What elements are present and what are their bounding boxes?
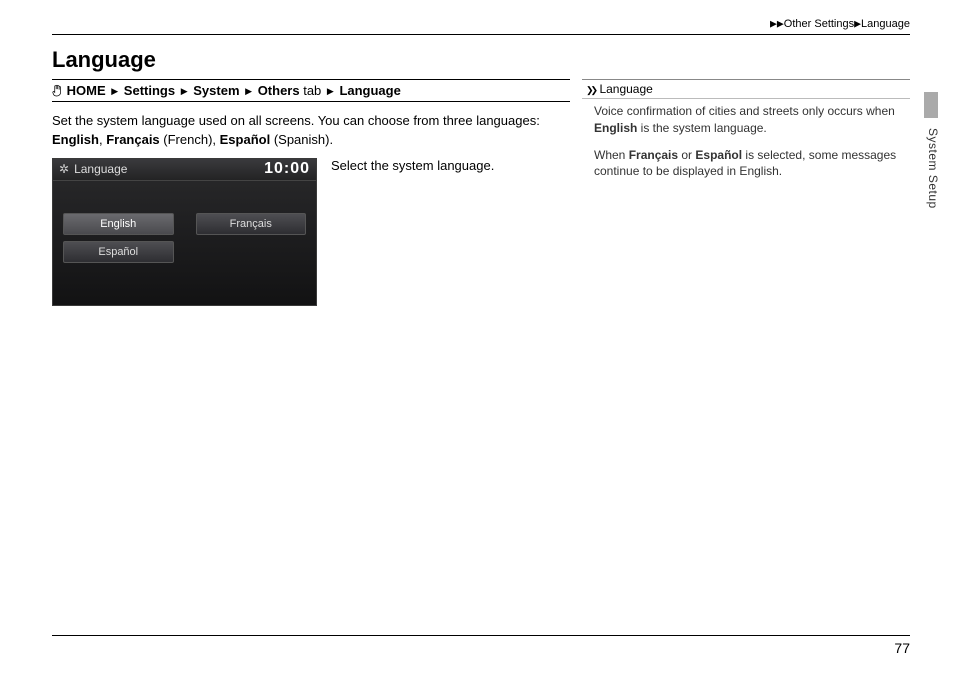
nav-system: System <box>193 83 239 98</box>
language-option-english[interactable]: English <box>63 213 174 235</box>
nav-tab-word: tab <box>300 83 325 98</box>
hand-icon <box>52 84 63 97</box>
triangle-icon: ▶ <box>327 86 334 97</box>
language-option-francais[interactable]: Français <box>196 213 307 235</box>
sidebar-heading: ❯❯ Language <box>582 80 910 96</box>
double-chevron-icon: ❯❯ <box>586 85 595 96</box>
language-option-espanol[interactable]: Español <box>63 241 174 263</box>
nav-home: HOME <box>67 83 106 98</box>
nav-settings: Settings <box>124 83 175 98</box>
sidebar-body: Voice confirmation of cities and streets… <box>582 98 910 180</box>
sidebar-note-1: Voice confirmation of cities and streets… <box>594 103 898 137</box>
breadcrumb-item: Language <box>861 18 910 30</box>
device-titlebar: ✲ Language 10:00 <box>53 159 316 181</box>
sidebar-column: ❯❯ Language Voice confirmation of cities… <box>582 79 910 306</box>
triangle-icon: ▶ <box>245 86 252 97</box>
page-title: Language <box>52 47 910 73</box>
sidebar-note-2: When Français or Español is selected, so… <box>594 147 898 181</box>
gear-icon: ✲ <box>59 162 69 176</box>
device-screenshot: ✲ Language 10:00 English Français Españo… <box>52 158 317 306</box>
lang-espanol: Español <box>220 132 271 147</box>
triangle-icon: ▶▶ <box>770 19 784 29</box>
breadcrumb-item: Other Settings <box>784 18 854 30</box>
nav-language: Language <box>339 83 400 98</box>
header-divider <box>52 34 910 35</box>
sidebar-heading-text: Language <box>599 82 652 96</box>
triangle-icon: ▶ <box>854 19 861 29</box>
instruction-text: Select the system language. <box>331 158 494 306</box>
navigation-path: HOME ▶ Settings ▶ System ▶ Others tab ▶ … <box>52 79 570 102</box>
section-tab-marker <box>924 92 938 118</box>
triangle-icon: ▶ <box>111 86 118 97</box>
device-clock: 10:00 <box>264 160 310 178</box>
triangle-icon: ▶ <box>181 86 188 97</box>
device-title: Language <box>74 162 127 176</box>
section-label: System Setup <box>926 128 940 209</box>
footer-divider <box>52 635 910 636</box>
lang-francais: Français <box>106 132 159 147</box>
page-number: 77 <box>894 640 910 656</box>
sidebar-section: ❯❯ Language Voice confirmation of cities… <box>582 79 910 180</box>
lang-english: English <box>52 132 99 147</box>
main-column: HOME ▶ Settings ▶ System ▶ Others tab ▶ … <box>52 79 582 306</box>
intro-text: Set the system language used on all scre… <box>52 112 570 150</box>
intro-line1: Set the system language used on all scre… <box>52 113 540 128</box>
header-breadcrumb: ▶▶Other Settings▶Language <box>52 18 910 30</box>
nav-others: Others <box>258 83 300 98</box>
